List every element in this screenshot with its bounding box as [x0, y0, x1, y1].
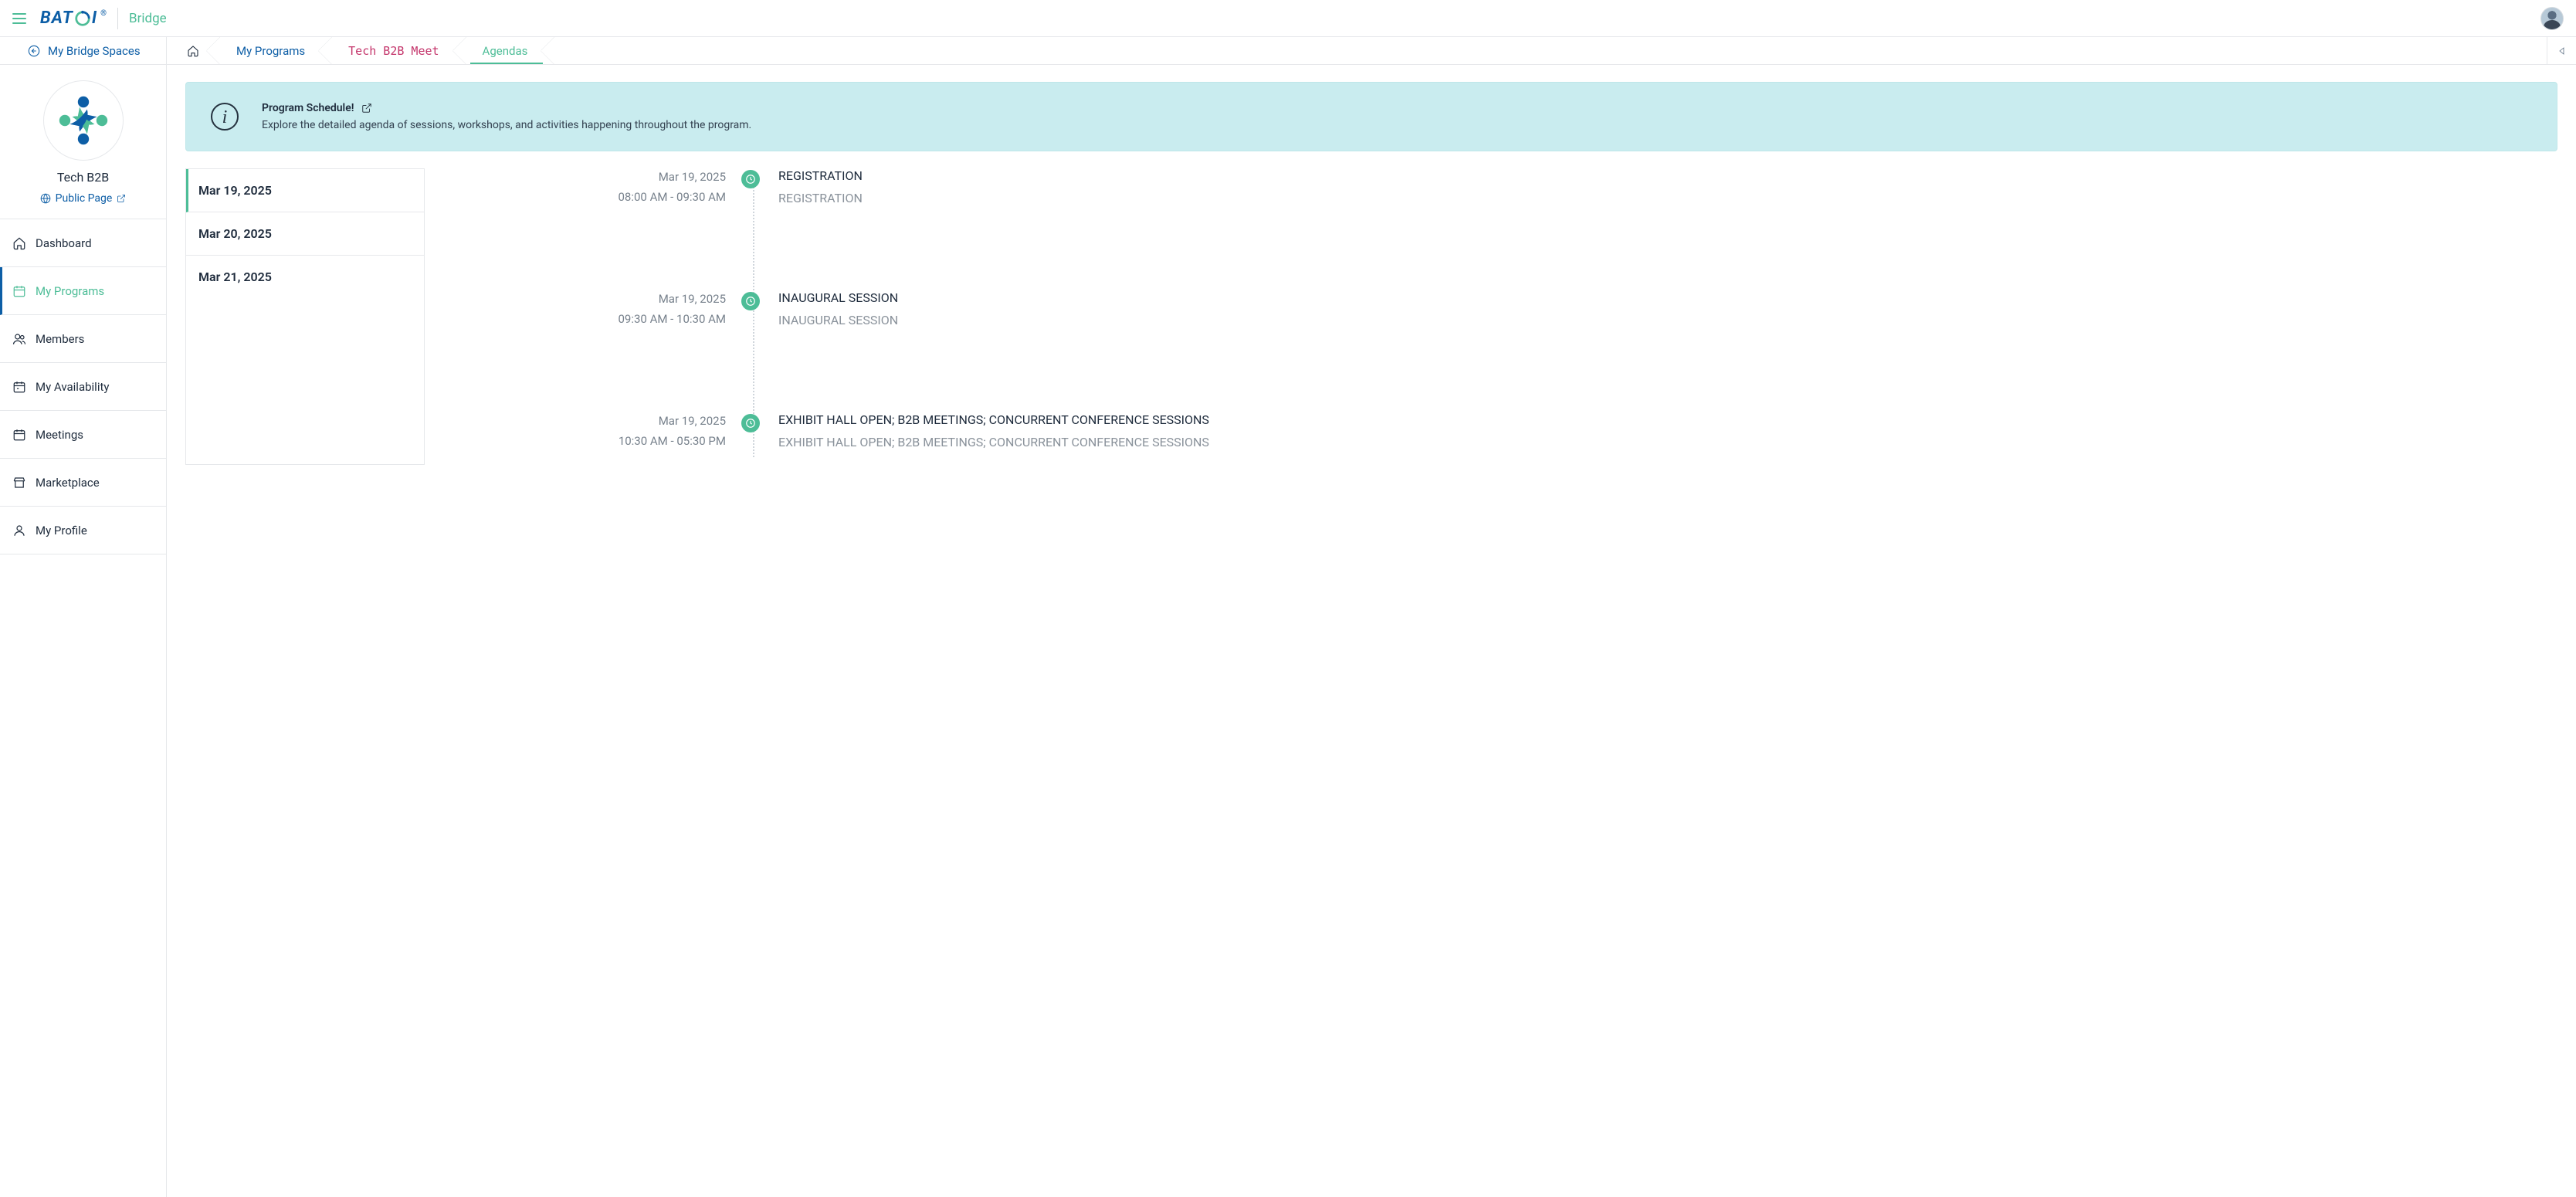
- event-time: 08:00 AM - 09:30 AM: [440, 190, 726, 204]
- sidebar-item-members[interactable]: Members: [0, 315, 166, 363]
- brand-logo[interactable]: BAT I ®: [40, 8, 107, 28]
- sidebar-item-label: Dashboard: [36, 236, 92, 250]
- sidebar: Tech B2B Public Page Dashboard My Progra…: [0, 65, 167, 1197]
- event-date: Mar 19, 2025: [440, 170, 726, 184]
- crumb-label: Agendas: [483, 44, 528, 58]
- date-tab[interactable]: Mar 21, 2025: [186, 256, 424, 298]
- sidebar-item-my-programs[interactable]: My Programs: [0, 267, 166, 315]
- sidebar-item-label: Meetings: [36, 428, 83, 442]
- collapse-breadcrumb-button[interactable]: [2547, 37, 2576, 64]
- sidebar-item-meetings[interactable]: Meetings: [0, 411, 166, 459]
- event-title: INAUGURAL SESSION: [778, 290, 2557, 305]
- info-banner: i Program Schedule! Explore the detailed…: [185, 82, 2557, 151]
- event-date: Mar 19, 2025: [440, 414, 726, 428]
- sidebar-item-label: My Availability: [36, 380, 109, 394]
- content: i Program Schedule! Explore the detailed…: [167, 65, 2576, 1197]
- space-logo[interactable]: [43, 80, 124, 161]
- event-subtitle: REGISTRATION: [778, 191, 2557, 205]
- external-link-icon[interactable]: [361, 103, 372, 114]
- marketplace-icon: [12, 476, 26, 490]
- svg-text:i: i: [222, 107, 228, 127]
- home-icon: [187, 45, 199, 57]
- timeline: Mar 19, 2025 08:00 AM - 09:30 AM REGISTR…: [440, 168, 2557, 465]
- banner-title: Program Schedule!: [262, 102, 354, 114]
- main: Tech B2B Public Page Dashboard My Progra…: [0, 65, 2576, 1197]
- globe-icon: [40, 193, 51, 204]
- event-subtitle: INAUGURAL SESSION: [778, 313, 2557, 327]
- agenda-event: Mar 19, 2025 08:00 AM - 09:30 AM REGISTR…: [440, 168, 2557, 290]
- sidebar-item-label: Members: [36, 332, 84, 346]
- sidebar-item-label: My Programs: [36, 284, 104, 298]
- date-tab-label: Mar 20, 2025: [198, 226, 272, 241]
- members-icon: [12, 332, 26, 346]
- external-link-icon: [117, 194, 126, 203]
- date-tabs: Mar 19, 2025 Mar 20, 2025 Mar 21, 2025: [185, 168, 425, 465]
- agenda-area: Mar 19, 2025 Mar 20, 2025 Mar 21, 2025 M…: [185, 168, 2557, 465]
- agenda-event: Mar 19, 2025 10:30 AM - 05:30 PM EXHIBIT…: [440, 412, 2557, 465]
- back-to-spaces[interactable]: My Bridge Spaces: [0, 37, 167, 64]
- crumb-label: My Programs: [236, 44, 305, 58]
- crumb-my-programs[interactable]: My Programs: [213, 37, 325, 64]
- top-header: BAT I ® Bridge: [0, 0, 2576, 37]
- crumb-label: Tech B2B Meet: [348, 44, 439, 58]
- sidebar-item-my-profile[interactable]: My Profile: [0, 507, 166, 554]
- crumb-tech-b2b[interactable]: Tech B2B Meet: [325, 37, 459, 64]
- triangle-left-icon: [2557, 46, 2567, 56]
- breadcrumb: My Programs Tech B2B Meet Agendas: [167, 37, 2547, 64]
- sidebar-item-marketplace[interactable]: Marketplace: [0, 459, 166, 507]
- banner-desc: Explore the detailed agenda of sessions,…: [262, 119, 751, 131]
- meetings-icon: [12, 428, 26, 442]
- space-title: Tech B2B: [57, 170, 109, 185]
- calendar-icon: [12, 284, 26, 298]
- availability-icon: [12, 380, 26, 394]
- divider: [117, 8, 118, 29]
- public-page-label: Public Page: [56, 192, 113, 205]
- date-tab-label: Mar 19, 2025: [198, 183, 272, 198]
- crumb-home[interactable]: [175, 37, 213, 64]
- event-time: 10:30 AM - 05:30 PM: [440, 434, 726, 448]
- home-icon: [12, 236, 26, 250]
- clock-icon: [741, 414, 760, 432]
- event-time: 09:30 AM - 10:30 AM: [440, 312, 726, 326]
- clock-icon: [741, 292, 760, 310]
- sidebar-item-dashboard[interactable]: Dashboard: [0, 219, 166, 267]
- user-avatar[interactable]: [2540, 7, 2564, 30]
- sidebar-item-label: My Profile: [36, 524, 87, 537]
- event-date: Mar 19, 2025: [440, 292, 726, 306]
- space-header: Tech B2B Public Page: [0, 65, 166, 219]
- info-icon: i: [209, 101, 240, 132]
- breadcrumb-row: My Bridge Spaces My Programs Tech B2B Me…: [0, 37, 2576, 65]
- public-page-link[interactable]: Public Page: [40, 192, 127, 205]
- event-title: EXHIBIT HALL OPEN; B2B MEETINGS; CONCURR…: [778, 412, 2557, 427]
- event-title: REGISTRATION: [778, 168, 2557, 183]
- sidebar-item-my-availability[interactable]: My Availability: [0, 363, 166, 411]
- date-tab[interactable]: Mar 20, 2025: [186, 212, 424, 256]
- back-label: My Bridge Spaces: [48, 44, 141, 58]
- profile-icon: [12, 524, 26, 537]
- event-subtitle: EXHIBIT HALL OPEN; B2B MEETINGS; CONCURR…: [778, 435, 2557, 449]
- menu-icon[interactable]: [12, 13, 26, 24]
- sidebar-item-label: Marketplace: [36, 476, 100, 490]
- arrow-left-circle-icon: [28, 45, 40, 57]
- agenda-event: Mar 19, 2025 09:30 AM - 10:30 AM INAUGUR…: [440, 290, 2557, 412]
- crumb-agendas[interactable]: Agendas: [459, 37, 548, 64]
- clock-icon: [741, 170, 760, 188]
- date-tab[interactable]: Mar 19, 2025: [186, 169, 424, 212]
- app-name[interactable]: Bridge: [129, 11, 167, 26]
- date-tab-label: Mar 21, 2025: [198, 270, 272, 284]
